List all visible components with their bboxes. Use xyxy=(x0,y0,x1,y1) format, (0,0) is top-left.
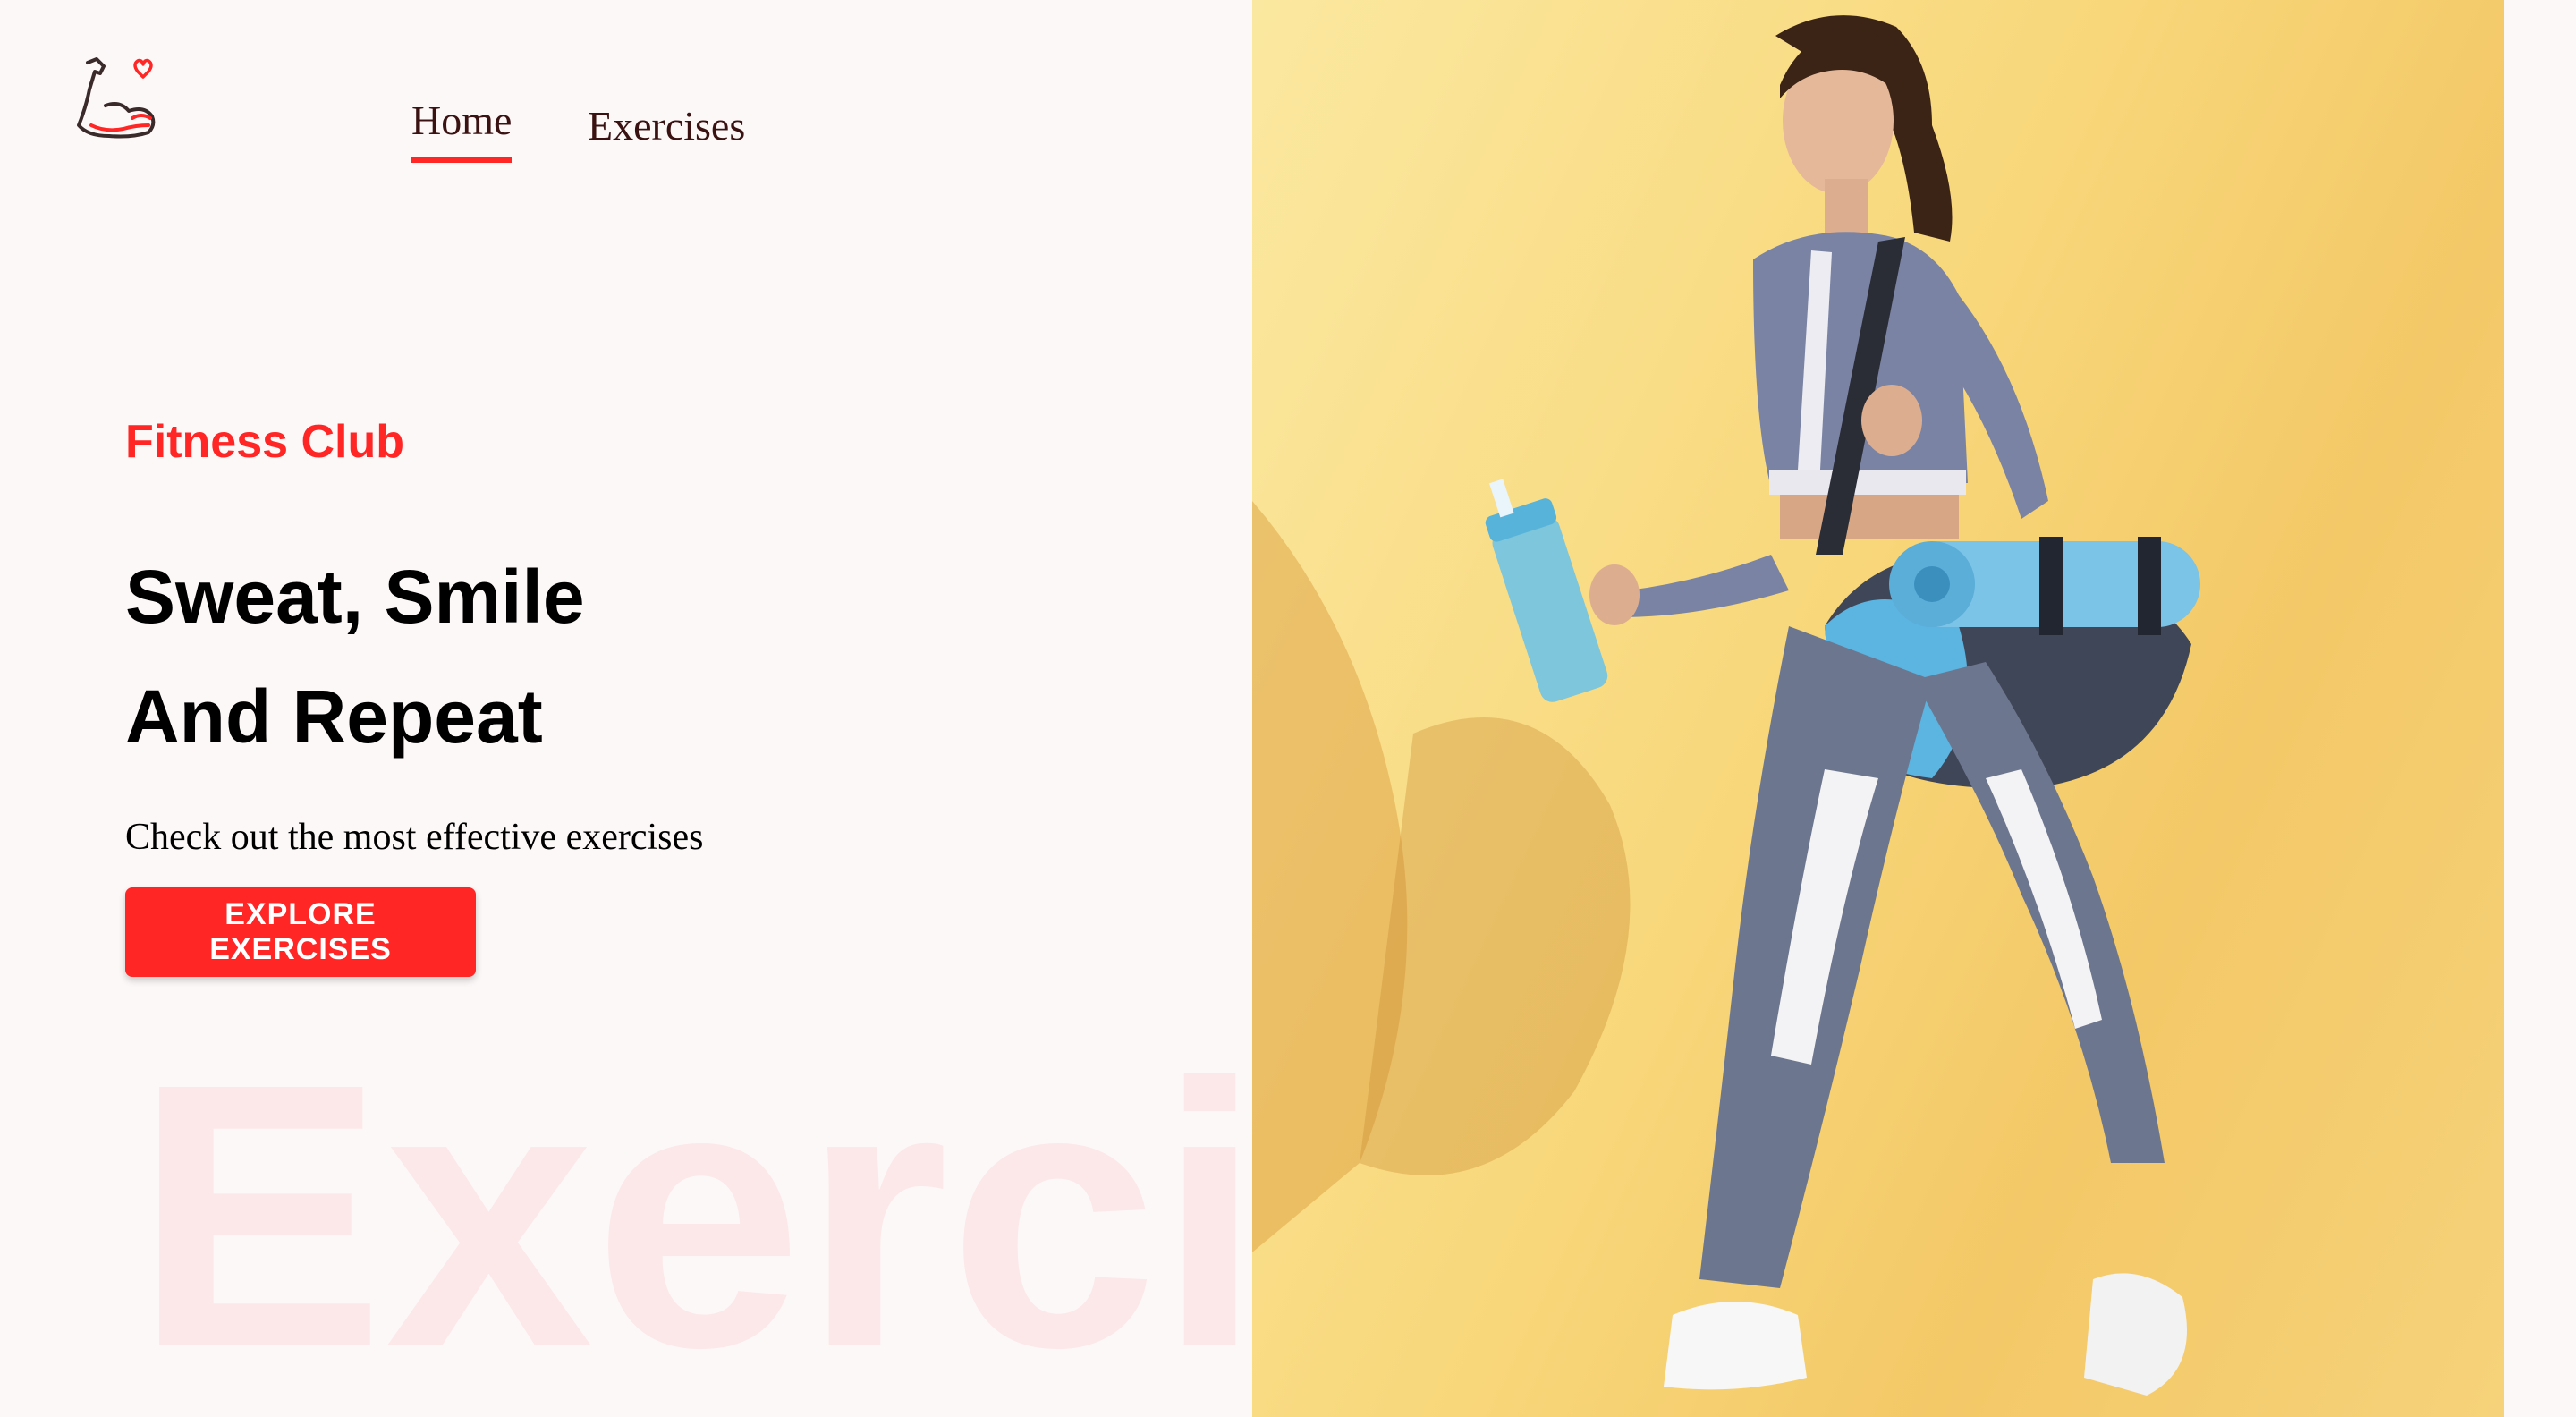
explore-exercises-button[interactable]: EXPLORE EXERCISES xyxy=(125,887,476,977)
nav-exercises-link[interactable]: Exercises xyxy=(588,102,745,150)
hero-banner-image xyxy=(1252,0,2504,1417)
watermark-text: Exercises xyxy=(134,1029,1252,1417)
hero-headline: Sweat, Smile And Repeat xyxy=(125,537,930,776)
hero-subtitle: Check out the most effective exercises xyxy=(125,817,704,858)
woman-walking-with-gym-bag-illustration xyxy=(1252,15,2200,1396)
hero-kicker: Fitness Club xyxy=(125,416,405,468)
nav-home-link[interactable]: Home xyxy=(411,97,513,163)
flexed-arm-logo-icon[interactable] xyxy=(70,54,161,147)
headline-line-1: Sweat, Smile xyxy=(125,555,585,639)
headline-line-2: And Repeat xyxy=(125,675,543,759)
